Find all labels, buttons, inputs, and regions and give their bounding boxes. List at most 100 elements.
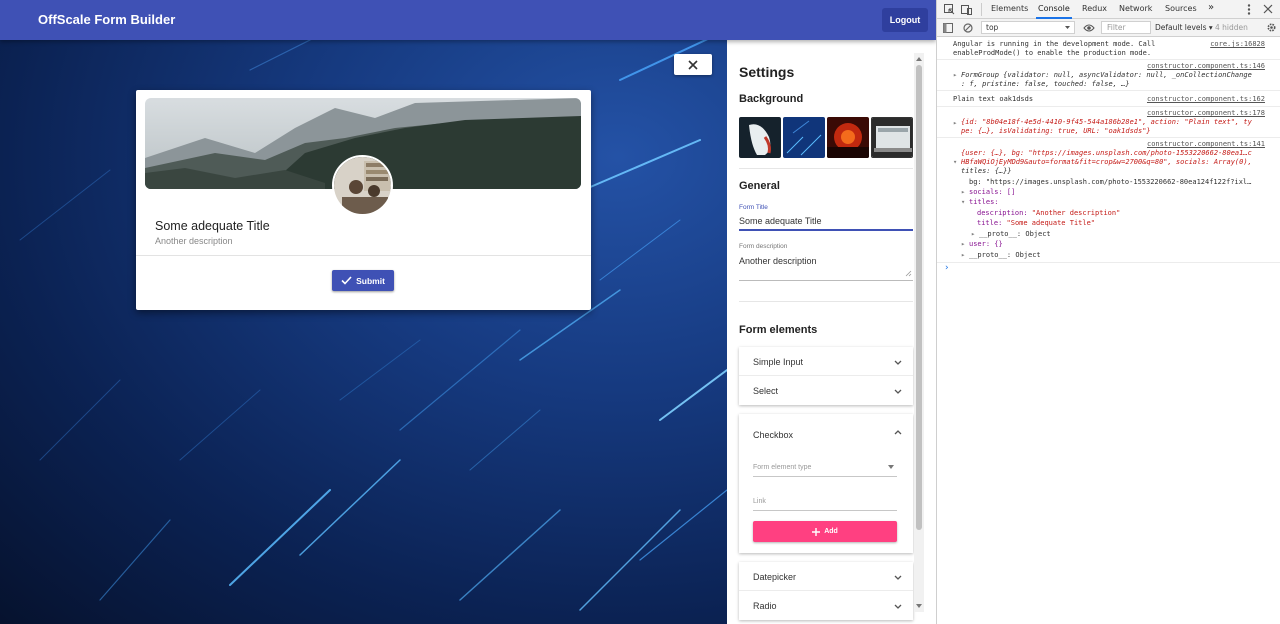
expand-arrow-icon[interactable]: ▸ — [961, 240, 965, 248]
add-element-button[interactable]: Add — [753, 521, 897, 542]
titles-title-property: title: "Some adequate Title" — [977, 219, 1095, 227]
element-simple-input[interactable]: Simple Input — [739, 347, 913, 376]
titles-title-value: "Some adequate Title" — [1006, 219, 1096, 227]
element-checkbox-label: Checkbox — [753, 430, 794, 440]
tab-console[interactable]: Console — [1038, 4, 1070, 13]
context-select[interactable]: top — [981, 21, 1075, 34]
element-datepicker[interactable]: Datepicker — [739, 562, 913, 591]
close-preview-button[interactable] — [674, 54, 712, 75]
titles-description-property: description: "Another description" — [977, 209, 1120, 217]
plus-icon — [812, 527, 821, 536]
eye-icon[interactable] — [1083, 24, 1095, 32]
general-heading: General — [739, 180, 780, 192]
chevron-down-icon — [894, 360, 902, 365]
kebab-menu-icon[interactable] — [1247, 4, 1251, 15]
console-source-link[interactable]: constructor.component.ts:146 — [1147, 62, 1265, 70]
element-checkbox-header[interactable]: Checkbox — [739, 414, 913, 450]
background-option-fire[interactable] — [827, 117, 869, 158]
console-divider — [937, 262, 1280, 263]
titles-proto-property: __proto__: Object — [979, 230, 1051, 238]
expand-arrow-icon[interactable]: ▸ — [961, 251, 965, 259]
tab-elements[interactable]: Elements — [991, 4, 1028, 13]
resize-handle-icon[interactable] — [905, 270, 912, 277]
tab-network[interactable]: Network — [1119, 4, 1152, 13]
form-preview-card: Some adequate Title Another description … — [136, 90, 591, 310]
console-object-action[interactable]: {id: "8b04e18f-4e5d-4410-9f45-544a186b28… — [961, 118, 1265, 126]
submit-button[interactable]: Submit — [332, 270, 394, 291]
state-proto-property: __proto__: Object — [969, 251, 1041, 259]
form-element-type-select[interactable]: Form element type — [753, 464, 811, 471]
console-settings-gear-icon[interactable] — [1266, 22, 1277, 33]
state-titles-property: titles: — [969, 198, 999, 206]
element-select-label: Select — [753, 386, 779, 396]
log-levels-label: Default levels — [1155, 23, 1207, 32]
titles-description-value: "Another description" — [1031, 209, 1121, 217]
element-select[interactable]: Select — [739, 376, 913, 405]
app-title: OffScale Form Builder — [38, 12, 176, 27]
submit-label: Submit — [356, 275, 385, 286]
expand-arrow-icon[interactable]: ▸ — [971, 230, 975, 238]
form-description-textarea[interactable]: Another description — [739, 256, 817, 266]
collapse-arrow-icon[interactable]: ▾ — [961, 198, 965, 206]
background-option-laptop[interactable] — [871, 117, 913, 158]
console-source-link[interactable]: constructor.component.ts:141 — [1147, 140, 1265, 148]
state-user-property: user: {} — [969, 240, 1003, 248]
inspect-element-icon[interactable] — [944, 4, 955, 15]
close-devtools-icon[interactable] — [1263, 4, 1273, 14]
titles-title-key: title: — [977, 219, 1007, 227]
devtools-panel: Elements Console Redux Network Sources »… — [936, 0, 1280, 624]
console-divider — [937, 137, 1280, 138]
link-input[interactable]: Link — [753, 498, 766, 505]
console-message: Plain text oak1dsds — [953, 95, 1034, 103]
element-radio-label: Radio — [753, 601, 777, 611]
scroll-down-icon[interactable] — [916, 603, 922, 609]
console-source-link[interactable]: constructor.component.ts:162 — [1147, 95, 1265, 103]
form-title-input[interactable]: Some adequate Title — [739, 216, 822, 226]
form-elements-list-bottom: Datepicker Radio — [739, 562, 913, 620]
collapse-arrow-icon[interactable]: ▾ — [953, 158, 957, 166]
expand-arrow-icon[interactable]: ▸ — [961, 188, 965, 196]
console-source-link[interactable]: core.js:16828 — [1210, 40, 1265, 48]
tab-redux[interactable]: Redux — [1082, 4, 1107, 13]
state-socials-property: socials: [] — [969, 188, 1016, 196]
scroll-up-icon[interactable] — [916, 56, 922, 62]
chevron-down-icon — [894, 389, 902, 394]
dropdown-arrow-icon — [1065, 26, 1070, 29]
clear-console-icon[interactable] — [963, 23, 973, 33]
log-levels-dropdown[interactable]: Default levels ▾ — [1155, 23, 1213, 32]
device-toolbar-icon[interactable] — [961, 4, 972, 15]
top-toolbar: OffScale Form Builder Logout — [0, 0, 936, 40]
context-value: top — [986, 23, 999, 32]
element-datepicker-label: Datepicker — [753, 572, 797, 582]
tab-sources[interactable]: Sources — [1165, 4, 1197, 13]
background-option-blue-streaks[interactable] — [783, 117, 825, 158]
console-divider — [937, 90, 1280, 91]
console-object-state[interactable]: {user: {…}, bg: "https://images.unsplash… — [961, 149, 1265, 157]
dropdown-arrow-icon — [888, 465, 894, 469]
console-filter-input[interactable]: Filter — [1101, 21, 1151, 34]
add-element-label: Add — [824, 528, 838, 535]
background-heading: Background — [739, 93, 804, 105]
settings-scrollbar[interactable] — [914, 53, 924, 612]
form-title: Some adequate Title — [155, 219, 270, 233]
chevron-down-icon — [894, 604, 902, 609]
form-title-label: Form Title — [739, 204, 768, 211]
close-icon — [688, 59, 698, 70]
console-source-link[interactable]: constructor.component.ts:178 — [1147, 109, 1265, 117]
logout-button[interactable]: Logout — [882, 8, 928, 32]
expand-arrow-icon[interactable]: ▸ — [953, 119, 957, 127]
tab-separator — [981, 3, 982, 16]
console-message: Angular is running in the development mo… — [953, 40, 1156, 48]
sidebar-toggle-icon[interactable] — [943, 23, 953, 33]
console-object-state-cont: HBfaWQiOjEyMDd9&auto=format&fit=crop&w=2… — [961, 158, 1252, 166]
more-tabs-icon[interactable]: » — [1208, 2, 1214, 13]
background-option-shoe[interactable] — [739, 117, 781, 158]
expand-arrow-icon[interactable]: ▸ — [953, 71, 957, 79]
element-radio[interactable]: Radio — [739, 591, 913, 620]
form-title-underline — [739, 229, 913, 231]
console-prompt[interactable]: › — [944, 263, 949, 273]
form-elements-list-top: Simple Input Select — [739, 347, 913, 405]
check-icon — [341, 276, 352, 285]
console-object-formgroup[interactable]: FormGroup {validator: null, asyncValidat… — [961, 71, 1265, 79]
scrollbar-thumb[interactable] — [916, 65, 922, 530]
